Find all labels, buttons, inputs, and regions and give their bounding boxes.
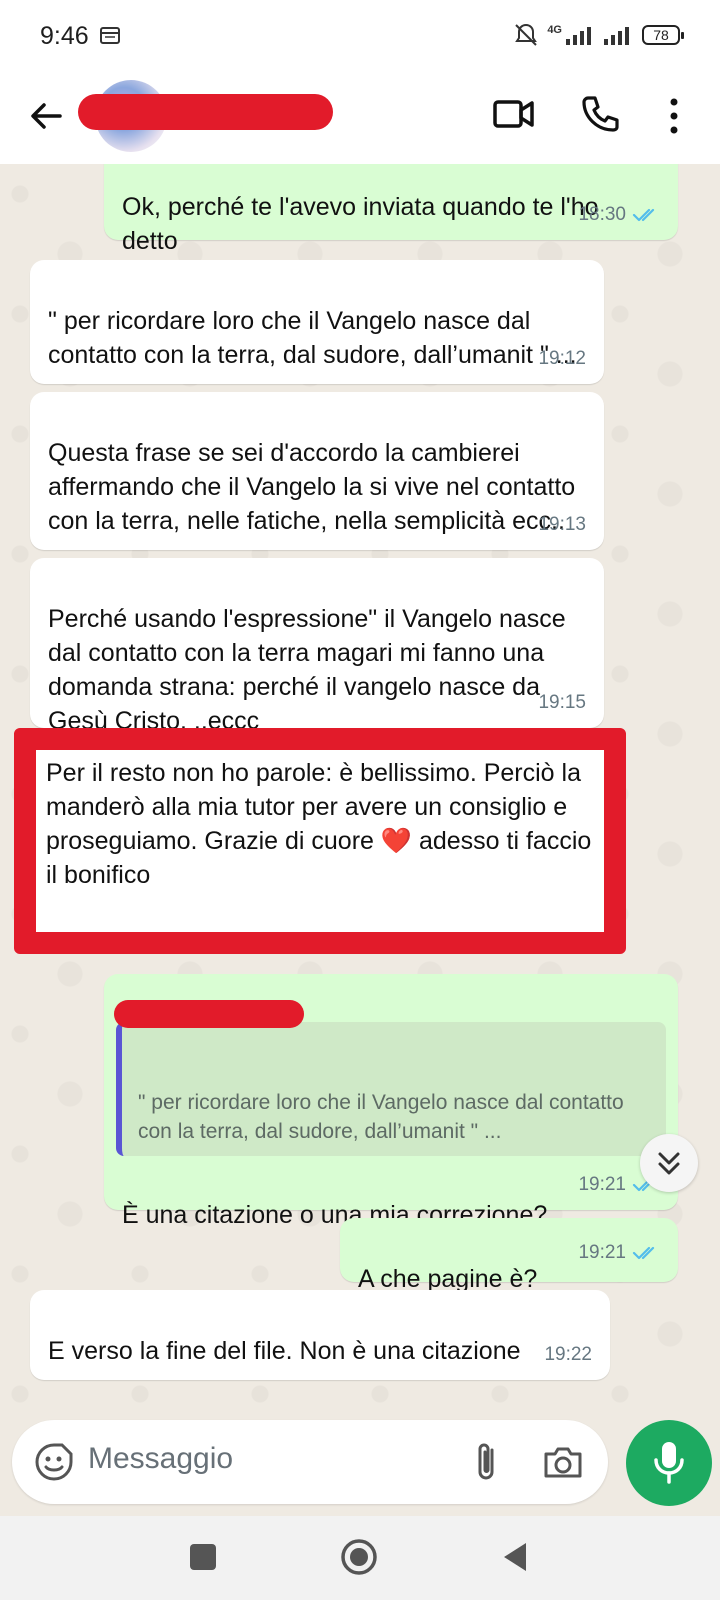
network-type: 4G <box>547 24 562 36</box>
bell-muted-icon <box>515 23 538 46</box>
message-time: 19:15 <box>538 692 586 713</box>
message-meta: 19:15 <box>538 686 586 720</box>
message-meta: 19:12 <box>538 342 586 376</box>
message-incoming[interactable]: " per ricordare loro che il Vangelo nasc… <box>30 260 604 384</box>
battery-icon: 78 <box>642 25 684 45</box>
message-meta: 19:13 <box>538 508 586 542</box>
message-input[interactable]: Messaggio <box>88 1442 233 1476</box>
paperclip-icon[interactable] <box>472 1440 502 1484</box>
message-time: 19:12 <box>538 348 586 369</box>
more-vertical-icon[interactable] <box>668 96 680 136</box>
message-outgoing[interactable]: Ok, perché te l'avevo inviata quando te … <box>104 164 678 255</box>
signal-icon <box>566 27 591 45</box>
scroll-to-bottom-button[interactable] <box>640 1134 698 1192</box>
status-bar: 9:46 4G 78 <box>0 0 720 72</box>
home-button[interactable] <box>340 1538 378 1576</box>
annotation-highlight: Per il resto non ho parole: è bellissimo… <box>14 728 626 954</box>
message-time: 19:13 <box>538 514 586 535</box>
emoji-icon[interactable] <box>34 1442 74 1482</box>
back-button[interactable] <box>500 1540 530 1574</box>
status-indicators: 4G 78 <box>513 20 684 50</box>
contact-name[interactable] <box>78 94 333 130</box>
microphone-button[interactable] <box>626 1420 712 1506</box>
message-composer: Messaggio <box>12 1420 608 1504</box>
message-incoming[interactable]: Per il resto non ho parole: è bellissimo… <box>46 756 606 892</box>
system-nav-bar <box>0 1516 720 1600</box>
message-meta: 18:30 <box>578 198 660 232</box>
phone-icon[interactable] <box>580 94 620 134</box>
status-time: 9:46 <box>40 22 89 50</box>
message-text: Perché usando l'espressione" il Vangelo … <box>48 605 566 735</box>
chat-header <box>0 72 720 164</box>
calendar-icon <box>100 27 120 44</box>
message-text: " per ricordare loro che il Vangelo nasc… <box>48 307 577 369</box>
message-incoming[interactable]: Questa frase se sei d'accordo la cambier… <box>30 392 604 550</box>
message-text: Questa frase se sei d'accordo la cambier… <box>48 439 576 535</box>
message-text: Per il resto non ho parole: è bellissimo… <box>46 759 592 889</box>
video-call-icon[interactable] <box>493 96 535 132</box>
message-time: 18:30 <box>578 204 626 225</box>
back-arrow-icon[interactable] <box>26 96 66 136</box>
message-incoming[interactable]: Perché usando l'espressione" il Vangelo … <box>30 558 604 735</box>
microphone-icon <box>654 1442 684 1484</box>
double-check-icon <box>632 208 655 222</box>
recent-apps-button[interactable] <box>190 1544 216 1570</box>
signal-icon-2 <box>604 27 629 45</box>
message-text: Ok, perché te l'avevo inviata quando te … <box>122 193 599 255</box>
chevron-double-down-icon <box>658 1152 680 1175</box>
camera-icon[interactable] <box>542 1442 584 1482</box>
